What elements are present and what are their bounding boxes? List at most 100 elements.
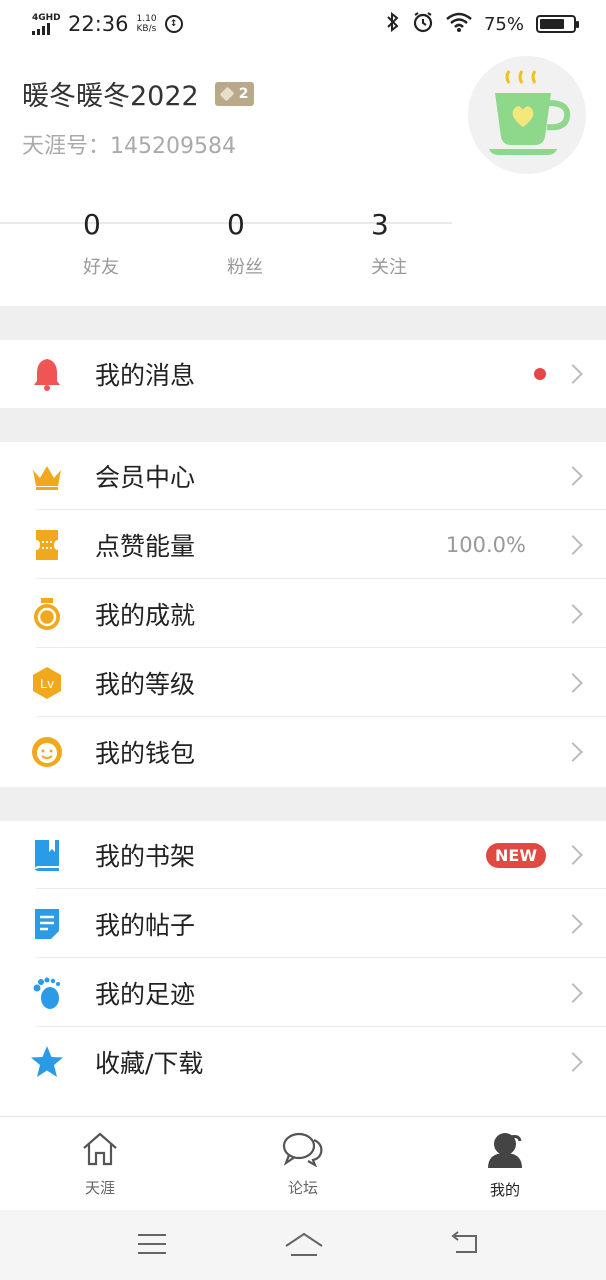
signal-bars-icon (32, 23, 50, 35)
chat-icon (281, 1131, 325, 1171)
menu-label: 我的钱包 (95, 739, 196, 768)
stat-count: 0 (227, 208, 245, 241)
stat-label: 关注 (371, 257, 407, 278)
menu-label: 我的成就 (95, 601, 196, 630)
stat-fans[interactable]: 0 粉丝 (227, 208, 327, 279)
tab-tianya[interactable]: 天涯 (55, 1131, 145, 1198)
section-gap (0, 306, 606, 340)
chevron-right-icon (563, 604, 583, 624)
star-icon (30, 1045, 64, 1079)
stat-label: 粉丝 (227, 257, 263, 278)
speed-unit: KB/s (136, 24, 157, 34)
chevron-right-icon (563, 914, 583, 934)
divider (36, 647, 606, 648)
divider (36, 888, 606, 889)
stat-label: 好友 (83, 257, 119, 278)
divider (36, 509, 606, 510)
clock: 22:36 (68, 12, 129, 36)
menu-item-bookshelf[interactable]: 我的书架 NEW (0, 821, 606, 889)
tab-label: 天涯 (84, 1179, 115, 1197)
profile-header[interactable]: 暖冬暖冬2022 2 天涯号：145209584 (0, 48, 606, 224)
divider (36, 1026, 606, 1027)
menu-item-level[interactable]: Lv 我的等级 (0, 649, 606, 717)
stats-row: 0 好友 0 粉丝 3 关注 (0, 178, 606, 306)
bell-icon (30, 357, 64, 391)
document-icon (30, 907, 64, 941)
menu-label: 收藏/下载 (95, 1049, 204, 1078)
book-icon (30, 838, 64, 872)
system-navigation-bar (0, 1210, 606, 1280)
chevron-right-icon (563, 983, 583, 1003)
section-gap (0, 408, 606, 442)
level-number: 2 (238, 85, 249, 102)
menu-item-posts[interactable]: 我的帖子 (0, 890, 606, 958)
chevron-right-icon (563, 535, 583, 555)
level-badge: 2 (214, 81, 255, 106)
menu-item-likes-energy[interactable]: 点赞能量 100.0% (0, 511, 606, 579)
chevron-right-icon (563, 1052, 583, 1072)
menu-label: 我的消息 (95, 361, 196, 390)
wallet-face-icon (30, 735, 64, 769)
tab-mine[interactable]: 我的 (460, 1131, 550, 1200)
menu-item-favorites[interactable]: 收藏/下载 (0, 1028, 606, 1096)
teacup-avatar-icon (489, 70, 571, 155)
footprint-icon (30, 976, 64, 1010)
new-badge: NEW (486, 842, 546, 868)
user-id: 天涯号：145209584 (22, 134, 236, 159)
tab-label: 论坛 (287, 1179, 318, 1197)
crown-icon (30, 459, 64, 493)
tab-forum[interactable]: 论坛 (258, 1131, 348, 1198)
username: 暖冬暖冬2022 (22, 81, 199, 112)
medal-icon (30, 597, 64, 631)
stat-following[interactable]: 3 关注 (371, 208, 471, 279)
signal-indicator: 4GHD (32, 13, 61, 35)
chevron-right-icon (563, 466, 583, 486)
menu-label: 我的足迹 (95, 980, 196, 1009)
menu-item-messages[interactable]: 我的消息 (0, 340, 606, 408)
home-button-icon[interactable] (283, 1230, 325, 1264)
menu-item-achievements[interactable]: 我的成就 (0, 580, 606, 648)
menu-item-footprints[interactable]: 我的足迹 (0, 959, 606, 1027)
menu-item-wallet[interactable]: 我的钱包 (0, 718, 606, 786)
menu-label: 我的等级 (95, 670, 196, 699)
menu-label: 我的书架 (95, 842, 196, 871)
menu-label: 会员中心 (95, 463, 196, 492)
stat-friends[interactable]: 0 好友 (83, 208, 183, 279)
alarm-icon (412, 11, 434, 38)
menu-item-vip[interactable]: 会员中心 (0, 442, 606, 510)
speed-value: 1.10 (136, 14, 157, 24)
network-type: 4GHD (32, 13, 61, 23)
back-icon[interactable] (446, 1230, 482, 1264)
ticket-icon (30, 528, 64, 562)
avatar[interactable] (468, 56, 586, 174)
stat-count: 0 (83, 208, 101, 241)
bottom-tab-bar: 天涯 论坛 我的 (0, 1116, 606, 1210)
bluetooth-icon (386, 11, 400, 37)
wifi-icon (446, 12, 472, 37)
divider (36, 957, 606, 958)
data-usage-icon: ↕ (164, 15, 183, 33)
battery-fill (540, 19, 564, 29)
battery-icon (536, 15, 579, 33)
menu-icon[interactable] (136, 1230, 168, 1262)
level-hexagon-icon: Lv (30, 666, 64, 700)
chevron-right-icon (563, 673, 583, 693)
chevron-right-icon (563, 742, 583, 762)
divider (36, 716, 606, 717)
menu-label: 点赞能量 (95, 532, 196, 561)
level-icon-text: Lv (40, 676, 54, 691)
battery-percent: 75% (483, 13, 524, 35)
menu-label: 我的帖子 (95, 911, 196, 940)
unread-dot (534, 368, 546, 380)
network-speed: 1.10 KB/s (137, 14, 157, 34)
profile-icon (485, 1131, 525, 1173)
divider (36, 578, 606, 579)
stat-count: 3 (371, 208, 389, 241)
home-icon (81, 1131, 119, 1171)
energy-value: 100.0% (445, 533, 526, 557)
tab-label: 我的 (489, 1181, 520, 1199)
gem-icon (219, 86, 235, 101)
section-gap (0, 787, 606, 821)
chevron-right-icon (563, 845, 583, 865)
status-bar: 4GHD 22:36 1.10 KB/s ↕ 75% (0, 0, 606, 48)
